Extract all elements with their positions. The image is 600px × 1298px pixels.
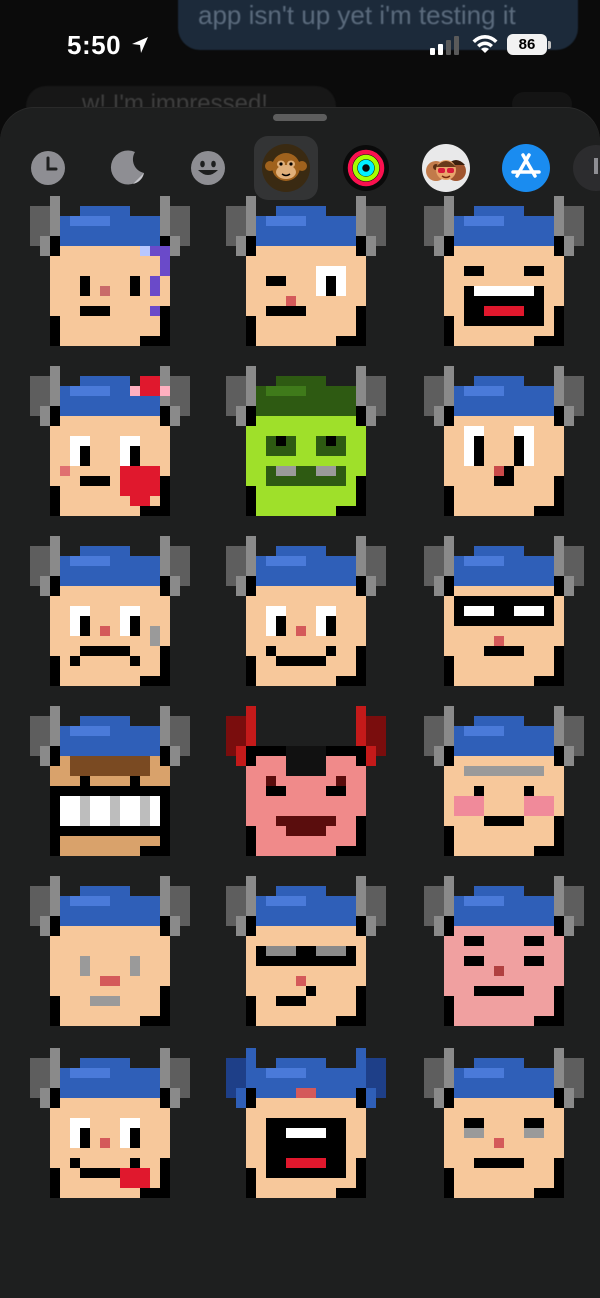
- viking-laugh-sticker-icon: [424, 196, 584, 346]
- viking-zombie-sticker-icon: [226, 366, 386, 516]
- memoji-icon: [422, 144, 470, 192]
- battery-level: 86: [518, 36, 536, 53]
- sticker-viking-laugh[interactable]: [424, 196, 584, 356]
- tab-sticker-pack[interactable]: [254, 136, 318, 200]
- sticker-viking-cool[interactable]: [424, 536, 584, 696]
- viking-grin-sticker-icon: [30, 706, 190, 856]
- sticker-viking-shout[interactable]: [226, 1048, 386, 1208]
- cellular-signal-icon: [430, 36, 459, 55]
- sticker-viking-devil[interactable]: [226, 706, 386, 866]
- battery-icon: 86: [507, 34, 547, 55]
- sticker-viking-smile[interactable]: [226, 536, 386, 696]
- sticker-viking-zombie[interactable]: [226, 366, 386, 526]
- wifi-icon: [472, 35, 498, 53]
- viking-shades-sticker-icon: [226, 876, 386, 1026]
- viking-confused-sticker-icon: [30, 196, 190, 346]
- sheet-grabber[interactable]: [273, 114, 327, 121]
- moon-sticker-icon: [110, 150, 144, 185]
- sticker-viking-tongue[interactable]: [30, 1048, 190, 1208]
- tab-recents[interactable]: [16, 136, 80, 200]
- sticker-viking-annoyed[interactable]: [424, 1048, 584, 1208]
- sticker-viking-shades[interactable]: [226, 876, 386, 1036]
- viking-smile-sticker-icon: [226, 536, 386, 686]
- viking-angry-sticker-icon: [424, 876, 584, 1026]
- sticker-viking-wink[interactable]: [226, 196, 386, 356]
- viking-shout-sticker-icon: [226, 1048, 386, 1198]
- sticker-viking-grin[interactable]: [30, 706, 190, 866]
- smiley-icon: [191, 151, 225, 185]
- clock: 5:50: [67, 30, 122, 60]
- sticker-viking-sad[interactable]: [30, 536, 190, 696]
- viking-tongue-sticker-icon: [30, 1048, 190, 1198]
- viking-annoyed-sticker-icon: [424, 1048, 584, 1198]
- viking-sad-sticker-icon: [30, 536, 190, 686]
- monkey-icon: [262, 144, 310, 192]
- app-drawer-tabs: [0, 136, 600, 200]
- viking-blush-sticker-icon: [424, 706, 584, 856]
- tab-app-store[interactable]: [494, 136, 558, 200]
- status-bar: 5:50 86: [0, 0, 600, 90]
- app-store-icon: [502, 144, 550, 192]
- sticker-viking-blush[interactable]: [424, 706, 584, 866]
- activity-rings-icon: [343, 145, 389, 191]
- clock-icon: [31, 151, 65, 185]
- tab-stickers[interactable]: [96, 136, 160, 200]
- battery-tip: [548, 41, 551, 49]
- tab-fitness[interactable]: [334, 136, 398, 200]
- more-apps-icon: [573, 145, 600, 191]
- viking-cool-sticker-icon: [424, 536, 584, 686]
- sticker-viking-confused[interactable]: [30, 196, 190, 356]
- sticker-viking-neutral[interactable]: [30, 876, 190, 1036]
- viking-wink-sticker-icon: [226, 196, 386, 346]
- viking-neutral-sticker-icon: [30, 876, 190, 1026]
- viking-love-sticker-icon: [30, 366, 190, 516]
- app-drawer-sheet: [0, 108, 600, 1298]
- sticker-viking-love[interactable]: [30, 366, 190, 526]
- viking-surprised-sticker-icon: [424, 366, 584, 516]
- tab-more[interactable]: [568, 136, 600, 200]
- sticker-viking-surprised[interactable]: [424, 366, 584, 526]
- tab-memoji[interactable]: [414, 136, 478, 200]
- location-arrow-icon: [132, 37, 148, 53]
- sticker-viking-angry[interactable]: [424, 876, 584, 1036]
- tab-emoji[interactable]: [176, 136, 240, 200]
- viking-devil-sticker-icon: [226, 706, 386, 856]
